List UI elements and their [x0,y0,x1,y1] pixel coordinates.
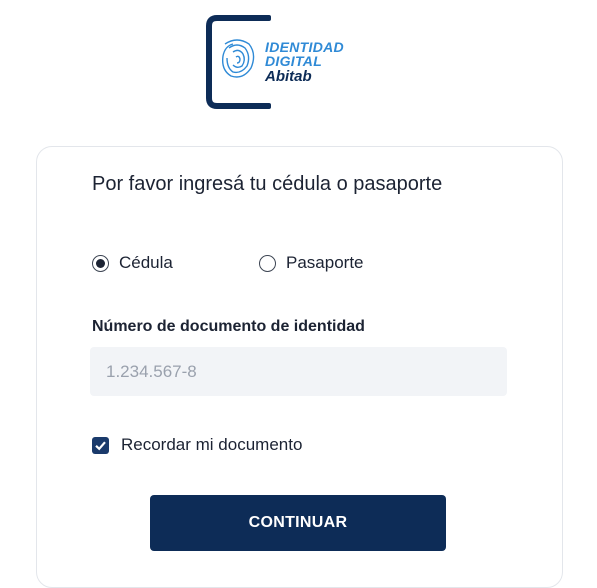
document-number-input[interactable] [90,347,507,396]
checkmark-icon[interactable] [92,436,109,454]
logo-text-digital: DIGITAL [265,53,323,69]
document-form-card: Por favor ingresá tu cédula o pasaporte … [36,146,563,588]
radio-pasaporte-label: Pasaporte [286,253,364,272]
logo-text-abitab: Abitab [265,68,312,85]
document-number-label: Número de documento de identidad [92,318,365,335]
remember-document-checkbox[interactable]: Recordar mi documento [92,435,302,455]
abitab-identidad-digital-logo: IDENTIDAD DIGITAL Abitab [203,12,403,110]
logo-text-identidad: IDENTIDAD [265,39,344,55]
radio-pasaporte[interactable]: Pasaporte [259,253,364,273]
radio-cedula[interactable]: Cédula [92,253,173,273]
radio-button-unchecked-icon[interactable] [259,254,276,272]
continue-button[interactable]: CONTINUAR [150,495,446,551]
radio-button-checked-icon[interactable] [92,254,109,272]
phone-fingerprint-icon [206,15,271,109]
radio-cedula-label: Cédula [119,253,173,272]
form-title: Por favor ingresá tu cédula o pasaporte [92,173,443,195]
remember-document-label: Recordar mi documento [121,435,303,454]
